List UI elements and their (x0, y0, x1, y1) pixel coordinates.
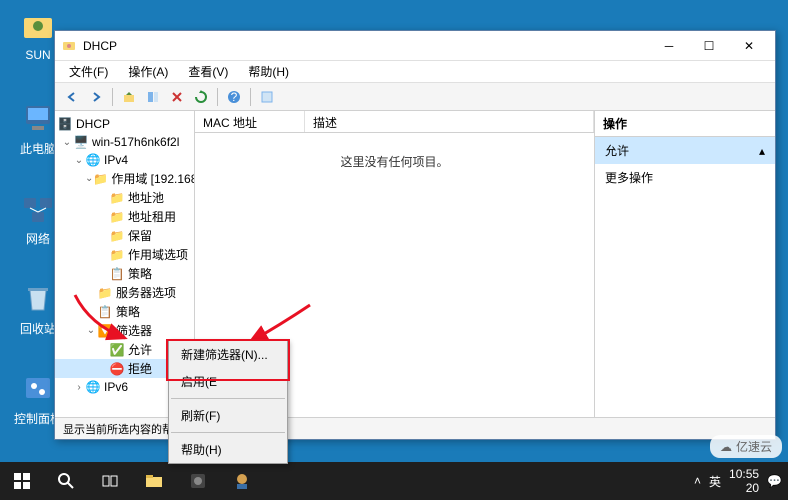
taskbar-server-manager[interactable] (176, 462, 220, 500)
tree-filters[interactable]: ⌄🔽筛选器 (55, 321, 194, 340)
toolbar-separator (112, 88, 113, 106)
search-button[interactable] (44, 462, 88, 500)
menu-view[interactable]: 查看(V) (180, 61, 236, 82)
scope-icon: 📁 (93, 171, 108, 187)
tree-reservations[interactable]: 📁保留 (55, 226, 194, 245)
allow-icon: ✅ (109, 342, 125, 358)
watermark: ☁ 亿速云 (710, 435, 782, 458)
show-hide-button[interactable] (142, 86, 164, 108)
folder-icon: 📁 (109, 209, 125, 225)
ctx-new-filter[interactable]: 新建筛选器(N)... (169, 341, 287, 368)
taskbar: ˄ 英 10:55 20 💬 (0, 462, 788, 500)
ctx-separator (171, 432, 285, 433)
tree-address-lease[interactable]: 📁地址租用 (55, 207, 194, 226)
collapse-icon[interactable]: ⌄ (85, 173, 93, 184)
empty-message: 这里没有任何项目。 (340, 153, 448, 170)
ctx-separator (171, 398, 285, 399)
tree-server-options[interactable]: 📁服务器选项 (55, 283, 194, 302)
taskbar-app[interactable] (220, 462, 264, 500)
dhcp-app-icon (61, 38, 77, 54)
folder-icon: 📁 (97, 285, 113, 301)
refresh-button[interactable] (190, 86, 212, 108)
list-header: MAC 地址 描述 (195, 111, 594, 133)
column-mac[interactable]: MAC 地址 (195, 111, 305, 132)
menubar: 文件(F) 操作(A) 查看(V) 帮助(H) (55, 61, 775, 83)
menu-help[interactable]: 帮助(H) (240, 61, 297, 82)
toolbar: ? (55, 83, 775, 111)
up-button[interactable] (118, 86, 140, 108)
server-icon: 🖥️ (73, 134, 89, 150)
ipv6-icon: 🌐 (85, 379, 101, 395)
tray-chevron-icon[interactable]: ˄ (694, 474, 701, 488)
tray-ime[interactable]: 英 (709, 473, 721, 490)
titlebar[interactable]: DHCP ─ ☐ ✕ (55, 31, 775, 61)
column-description[interactable]: 描述 (305, 111, 594, 132)
computer-icon (20, 100, 56, 136)
system-tray[interactable]: ˄ 英 10:55 20 💬 (694, 462, 788, 500)
network-icon (20, 190, 56, 226)
context-menu: 新建筛选器(N)... 启用(E 刷新(F) 帮助(H) (168, 340, 288, 464)
ctx-refresh[interactable]: 刷新(F) (169, 402, 287, 429)
tree-policy[interactable]: 📋策略 (55, 264, 194, 283)
folder-icon: 📁 (109, 247, 125, 263)
tray-notifications-icon[interactable]: 💬 (767, 474, 782, 488)
window-body: 🗄️DHCP ⌄🖥️win-517h6nk6f2l ⌄🌐IPv4 ⌄📁作用域 [… (55, 111, 775, 417)
taskbar-explorer[interactable] (132, 462, 176, 500)
action-pane: 操作 允许▴ 更多操作 (595, 111, 775, 417)
tree-server[interactable]: ⌄🖥️win-517h6nk6f2l (55, 133, 194, 151)
action-allow[interactable]: 允许▴ (595, 137, 775, 164)
watermark-text: 亿速云 (736, 438, 772, 455)
toolbar-separator (217, 88, 218, 106)
filter-icon: 🔽 (97, 323, 113, 339)
forward-button[interactable] (85, 86, 107, 108)
close-button[interactable]: ✕ (729, 32, 769, 60)
deny-icon: ⛔ (109, 361, 125, 377)
tree-root[interactable]: 🗄️DHCP (55, 115, 194, 133)
tree-address-pool[interactable]: 📁地址池 (55, 188, 194, 207)
tree-scope-options[interactable]: 📁作用域选项 (55, 245, 194, 264)
start-button[interactable] (0, 462, 44, 500)
ipv4-icon: 🌐 (85, 152, 101, 168)
action-more[interactable]: 更多操作 (595, 164, 775, 191)
policy-icon: 📋 (109, 266, 125, 282)
cloud-icon: ☁ (720, 440, 732, 454)
collapse-icon[interactable]: ⌄ (73, 155, 85, 166)
action-header: 操作 (595, 111, 775, 137)
task-view-button[interactable] (88, 462, 132, 500)
tree-scope[interactable]: ⌄📁作用域 [192.168. (55, 169, 194, 188)
ctx-help[interactable]: 帮助(H) (169, 436, 287, 463)
minimize-button[interactable]: ─ (649, 32, 689, 60)
folder-icon: 📁 (109, 190, 125, 206)
dhcp-icon: 🗄️ (57, 116, 73, 132)
maximize-button[interactable]: ☐ (689, 32, 729, 60)
tray-date: 20 (729, 481, 759, 495)
collapse-icon[interactable]: ⌄ (85, 325, 97, 336)
help-button[interactable]: ? (223, 86, 245, 108)
expand-icon[interactable]: › (73, 382, 85, 393)
dhcp-window: DHCP ─ ☐ ✕ 文件(F) 操作(A) 查看(V) 帮助(H) ? 🗄️D… (54, 30, 776, 440)
tree-policy2[interactable]: 📋策略 (55, 302, 194, 321)
ctx-enable[interactable]: 启用(E (169, 368, 287, 395)
window-title: DHCP (83, 39, 649, 53)
delete-button[interactable] (166, 86, 188, 108)
tree-ipv4[interactable]: ⌄🌐IPv4 (55, 151, 194, 169)
control-panel-icon (20, 370, 56, 406)
folder-icon: 📁 (109, 228, 125, 244)
statusbar: 显示当前所选内容的帮 (55, 417, 775, 439)
recycle-bin-icon (20, 280, 56, 316)
policy-icon: 📋 (97, 304, 113, 320)
properties-button[interactable] (256, 86, 278, 108)
tray-time: 10:55 (729, 467, 759, 481)
back-button[interactable] (61, 86, 83, 108)
toolbar-separator (250, 88, 251, 106)
collapse-icon[interactable]: ⌄ (61, 137, 73, 148)
svg-text:?: ? (231, 90, 238, 104)
triangle-up-icon: ▴ (759, 144, 765, 158)
menu-file[interactable]: 文件(F) (61, 61, 116, 82)
folder-user-icon (20, 8, 56, 44)
menu-action[interactable]: 操作(A) (120, 61, 176, 82)
